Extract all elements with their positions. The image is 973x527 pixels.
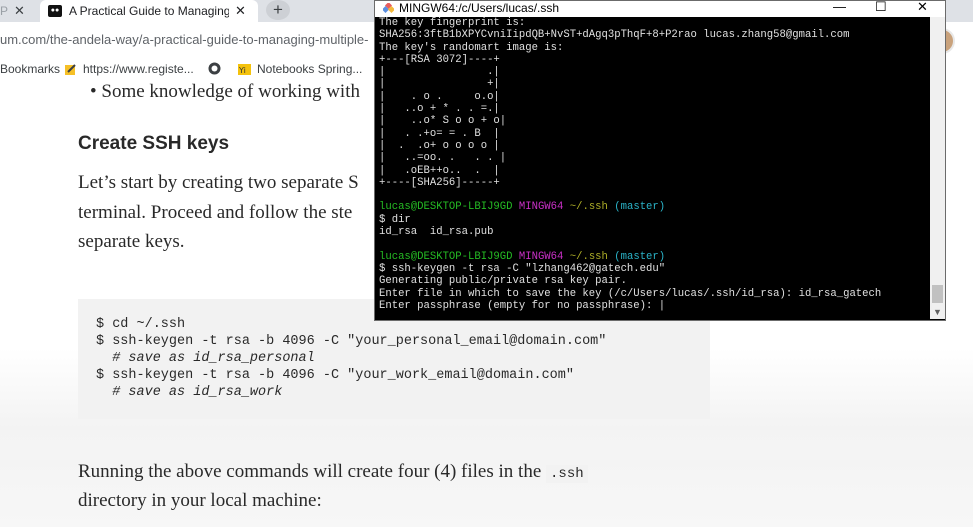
paragraph-line: Running the above commands will create f… — [78, 461, 588, 483]
terminal-prompt: lucas@DESKTOP-LBIJ9GD MINGW64 ~/.ssh (ma… — [379, 251, 927, 263]
prompt-branch: (master) — [614, 250, 666, 263]
terminal-line: | . .o+ o o o o | — [379, 139, 500, 152]
notebook-icon: Yi — [238, 63, 251, 75]
prompt-user: lucas@DESKTOP-LBIJ9GD — [379, 250, 513, 263]
bookmark-label: Notebooks Spring... — [257, 62, 363, 76]
prompt-path: ~/.ssh — [569, 250, 608, 263]
scroll-down-arrow-icon[interactable]: ▼ — [930, 305, 945, 319]
bookmark-label: https://www.registe... — [83, 62, 194, 76]
bookmark-notebooks[interactable]: Yi Notebooks Spring... — [238, 62, 362, 76]
terminal-line: id_rsa id_rsa.pub — [379, 226, 494, 239]
minimize-button[interactable]: — — [833, 0, 846, 14]
paragraph-line: separate keys. — [78, 231, 185, 252]
terminal-prompt: lucas@DESKTOP-LBIJ9GD MINGW64 ~/.ssh (ma… — [379, 201, 927, 213]
globe-icon — [208, 62, 221, 75]
code-line: $ ssh-keygen -t rsa -b 4096 -C "your_per… — [96, 334, 607, 349]
paragraph: Running the above commands will create f… — [78, 461, 588, 512]
prompt-shell: MINGW64 — [518, 250, 564, 263]
terminal-window[interactable]: MINGW64:/c/Users/lucas/.ssh — ☐ ✕ The ke… — [374, 0, 946, 321]
maximize-button[interactable]: ☐ — [875, 0, 887, 15]
bookmarks-folder[interactable]: Bookmarks — [0, 62, 60, 76]
prompt-shell: MINGW64 — [518, 201, 564, 214]
code-line: $ cd ~/.ssh — [96, 317, 186, 332]
terminal-line: +---[RSA 3072]----+ — [379, 53, 500, 66]
bookmark-label: Bookmarks — [0, 62, 61, 76]
terminal-line: | ..=oo. . . . | — [379, 152, 507, 165]
bookmark-registe[interactable]: https://www.registe... — [64, 62, 194, 76]
terminal-line: | .| — [379, 66, 500, 79]
terminal-line: | ..o* S o o + o| — [379, 115, 507, 128]
terminal-line: | +| — [379, 78, 500, 91]
prompt-user: lucas@DESKTOP-LBIJ9GD — [379, 201, 513, 214]
paragraph-line: directory in your local machine: — [78, 490, 322, 511]
tab-active[interactable]: ●● A Practical Guide to Managing M ✕ — [40, 0, 258, 22]
list-item: • Some knowledge of working with — [90, 81, 360, 102]
code-line: $ ssh-keygen -t rsa -b 4096 -C "your_wor… — [96, 368, 574, 383]
mingw-icon — [383, 3, 394, 14]
terminal-command: $ dir — [379, 213, 411, 226]
terminal-title: MINGW64:/c/Users/lucas/.ssh — [399, 1, 560, 15]
new-tab-button[interactable]: + — [266, 0, 290, 20]
terminal-scrollbar[interactable]: ▼ — [930, 17, 945, 319]
terminal-line: | . o . o.o| — [379, 90, 500, 103]
code-comment: # save as id_rsa_personal — [96, 351, 315, 366]
terminal-command: $ ssh-keygen -t rsa -C "lzhang462@gatech… — [379, 262, 666, 275]
prompt-path: ~/.ssh — [569, 201, 608, 214]
terminal-line: Enter file in which to save the key (/c/… — [379, 287, 882, 300]
terminal-input-line[interactable]: Enter passphrase (empty for no passphras… — [379, 300, 927, 312]
scrollbar-thumb[interactable] — [932, 285, 943, 303]
section-heading: Create SSH keys — [78, 133, 230, 154]
bookmark-globe[interactable] — [208, 62, 227, 75]
tab-close-icon[interactable]: ✕ — [235, 3, 246, 19]
terminal-line: Generating public/private rsa key pair. — [379, 275, 627, 288]
tab-title: A Practical Guide to Managing M — [69, 4, 229, 18]
terminal-titlebar[interactable]: MINGW64:/c/Users/lucas/.ssh — ☐ ✕ — [375, 0, 945, 17]
code-comment: # save as id_rsa_work — [96, 385, 283, 400]
terminal-output[interactable]: The key fingerprint is: SHA256:3ftB1bXPY… — [379, 17, 927, 317]
paragraph-line: Let’s start by creating two separate S — [78, 172, 359, 193]
paragraph-text: Running the above commands will create f… — [78, 461, 547, 482]
close-button[interactable]: ✕ — [917, 0, 928, 15]
inline-code: .ssh — [546, 465, 588, 483]
paragraph-line: terminal. Proceed and follow the ste — [78, 202, 353, 223]
terminal-line: The key's randomart image is: — [379, 41, 564, 54]
url-text[interactable]: um.com/the-andela-way/a-practical-guide-… — [0, 32, 369, 47]
terminal-line: The key fingerprint is: — [379, 17, 526, 29]
terminal-line: | . .+o= = . B | — [379, 127, 500, 140]
prompt-branch: (master) — [614, 201, 666, 214]
tab-previous[interactable]: P ✕ — [0, 0, 38, 22]
tab-title: P — [0, 4, 9, 18]
terminal-line: | .oEB++o.. . | — [379, 164, 500, 177]
edit-icon — [65, 63, 76, 75]
terminal-line: | ..o + * . . =.| — [379, 103, 500, 116]
terminal-line: SHA256:3ftB1bXPYCvniIipdQB+NvST+dAgq3pTh… — [379, 29, 850, 42]
svg-text:Yi: Yi — [238, 66, 246, 75]
medium-favicon-icon: ●● — [48, 5, 62, 17]
tab-close-icon[interactable]: ✕ — [14, 3, 25, 19]
terminal-line: +----[SHA256]-----+ — [379, 176, 500, 189]
